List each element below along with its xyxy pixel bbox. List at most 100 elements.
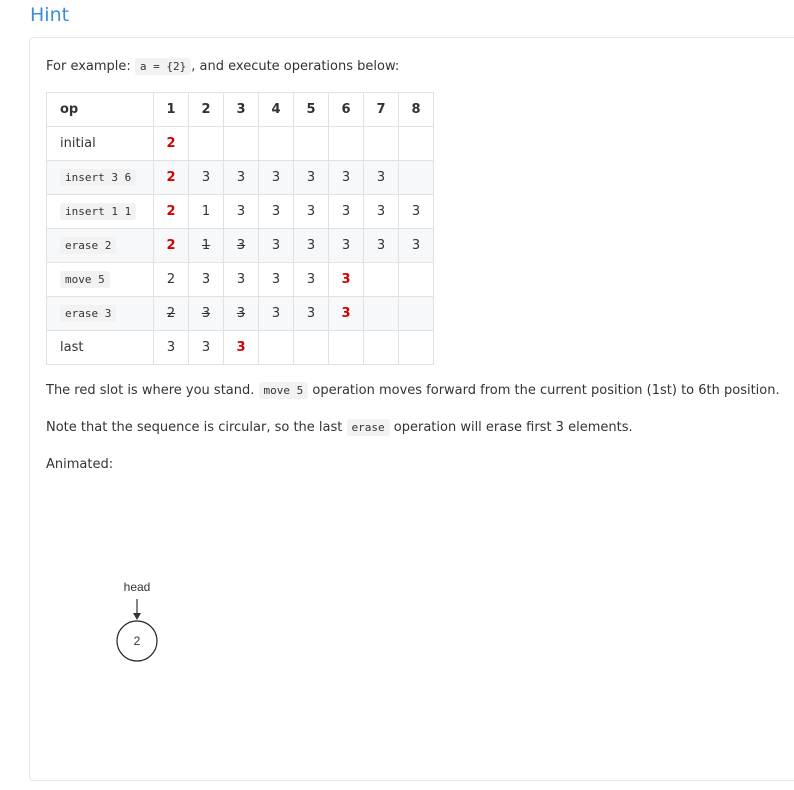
value-cell: 3 bbox=[223, 228, 259, 263]
value-cell: 3 bbox=[363, 228, 399, 263]
value-cell: 3 bbox=[188, 296, 224, 331]
value-cell: 3 bbox=[188, 160, 224, 195]
head-label: head bbox=[124, 580, 151, 594]
op-header: op bbox=[46, 92, 154, 127]
current-slot-cell: 3 bbox=[328, 262, 364, 297]
value-cell bbox=[398, 262, 434, 297]
intro-suffix: , and execute operations below: bbox=[191, 59, 400, 74]
table-row: last 3 3 3 bbox=[46, 330, 434, 365]
column-header: 2 bbox=[188, 92, 224, 127]
value-cell: 2 bbox=[153, 262, 189, 297]
current-slot-cell: 2 bbox=[153, 194, 189, 229]
value-cell: 3 bbox=[363, 194, 399, 229]
value-cell: 3 bbox=[293, 228, 329, 263]
intro-text: For example: a = {2}, and execute operat… bbox=[46, 58, 399, 76]
node-value: 2 bbox=[134, 634, 141, 648]
value-cell: 3 bbox=[258, 262, 294, 297]
value-cell: 3 bbox=[328, 228, 364, 263]
op-cell: erase 3 bbox=[46, 296, 154, 331]
column-header: 1 bbox=[153, 92, 189, 127]
explanation-circular: Note that the sequence is circular, so t… bbox=[46, 419, 633, 437]
op-code: erase 2 bbox=[60, 237, 117, 254]
table-row: insert 3 62333333 bbox=[46, 160, 434, 195]
op-code: insert 1 1 bbox=[60, 203, 137, 220]
table-row: move 5233333 bbox=[46, 262, 434, 297]
op-cell: erase 2 bbox=[46, 228, 154, 263]
current-slot-cell: 3 bbox=[328, 296, 364, 331]
intro-prefix: For example: bbox=[46, 59, 131, 74]
value-cell: 2 bbox=[153, 296, 189, 331]
para1-prefix: The red slot is where you stand. bbox=[46, 383, 255, 398]
op-code: erase 3 bbox=[60, 305, 117, 322]
value-cell bbox=[258, 126, 294, 161]
intro-code: a = {2} bbox=[134, 58, 192, 75]
value-cell bbox=[328, 126, 364, 161]
para2-code: erase bbox=[346, 419, 390, 436]
column-header: 5 bbox=[293, 92, 329, 127]
value-cell: 3 bbox=[223, 160, 259, 195]
value-cell bbox=[363, 262, 399, 297]
current-slot-cell: 2 bbox=[153, 126, 189, 161]
value-cell bbox=[223, 126, 259, 161]
head-arrow-icon bbox=[133, 613, 141, 620]
value-cell: 3 bbox=[223, 262, 259, 297]
current-slot-cell: 3 bbox=[223, 330, 259, 365]
value-cell: 3 bbox=[153, 330, 189, 365]
table-row: erase 221333333 bbox=[46, 228, 434, 263]
value-cell: 3 bbox=[258, 228, 294, 263]
value-cell: 1 bbox=[188, 228, 224, 263]
value-cell bbox=[188, 126, 224, 161]
value-cell bbox=[398, 330, 434, 365]
value-cell bbox=[293, 126, 329, 161]
list-node bbox=[116, 620, 158, 662]
op-code: move 5 bbox=[60, 271, 110, 288]
value-cell: 3 bbox=[293, 160, 329, 195]
explanation-move: The red slot is where you stand. move 5 … bbox=[46, 382, 780, 400]
operations-table: op 1 2 3 4 5 6 7 8 initial 2 insert 3 6233… bbox=[46, 92, 434, 365]
value-cell: 3 bbox=[398, 228, 434, 263]
op-cell: insert 1 1 bbox=[46, 194, 154, 229]
value-cell: 3 bbox=[258, 194, 294, 229]
para2-suffix: operation will erase first 3 elements. bbox=[393, 420, 633, 435]
value-cell: 3 bbox=[223, 194, 259, 229]
value-cell bbox=[363, 330, 399, 365]
value-cell: 3 bbox=[188, 262, 224, 297]
value-cell bbox=[398, 126, 434, 161]
value-cell: 3 bbox=[223, 296, 259, 331]
value-cell: 3 bbox=[258, 160, 294, 195]
table-header-row: op 1 2 3 4 5 6 7 8 bbox=[46, 92, 434, 127]
para1-code: move 5 bbox=[258, 382, 309, 399]
op-cell: last bbox=[46, 330, 154, 365]
value-cell: 1 bbox=[188, 194, 224, 229]
current-slot-cell: 2 bbox=[153, 228, 189, 263]
column-header: 6 bbox=[328, 92, 364, 127]
value-cell: 3 bbox=[293, 296, 329, 331]
table-row: initial 2 bbox=[46, 126, 434, 161]
value-cell: 3 bbox=[293, 262, 329, 297]
column-header: 3 bbox=[223, 92, 259, 127]
column-header: 8 bbox=[398, 92, 434, 127]
op-code: insert 3 6 bbox=[60, 169, 137, 186]
current-slot-cell: 2 bbox=[153, 160, 189, 195]
hint-title: Hint bbox=[30, 4, 70, 26]
value-cell bbox=[363, 126, 399, 161]
table-body: initial 2 insert 3 6 2 3 3 3 3 3 3 insert 1 121333… bbox=[46, 126, 434, 365]
value-cell: 3 bbox=[328, 160, 364, 195]
table-row: insert 1 121333333 bbox=[46, 194, 434, 229]
value-cell: 3 bbox=[258, 296, 294, 331]
value-cell: 3 bbox=[328, 194, 364, 229]
value-cell: 3 bbox=[293, 194, 329, 229]
value-cell bbox=[398, 160, 434, 195]
table-row: erase 3233333 bbox=[46, 296, 434, 331]
value-cell: 3 bbox=[363, 160, 399, 195]
animated-label: Animated: bbox=[46, 457, 114, 472]
value-cell bbox=[363, 296, 399, 331]
value-cell bbox=[328, 330, 364, 365]
value-cell bbox=[398, 296, 434, 331]
value-cell bbox=[258, 330, 294, 365]
hint-panel: For example: a = {2}, and execute operat… bbox=[29, 37, 794, 781]
value-cell: 3 bbox=[188, 330, 224, 365]
column-header: 4 bbox=[258, 92, 294, 127]
value-cell: 3 bbox=[398, 194, 434, 229]
para1-suffix: operation moves forward from the current… bbox=[312, 383, 780, 398]
